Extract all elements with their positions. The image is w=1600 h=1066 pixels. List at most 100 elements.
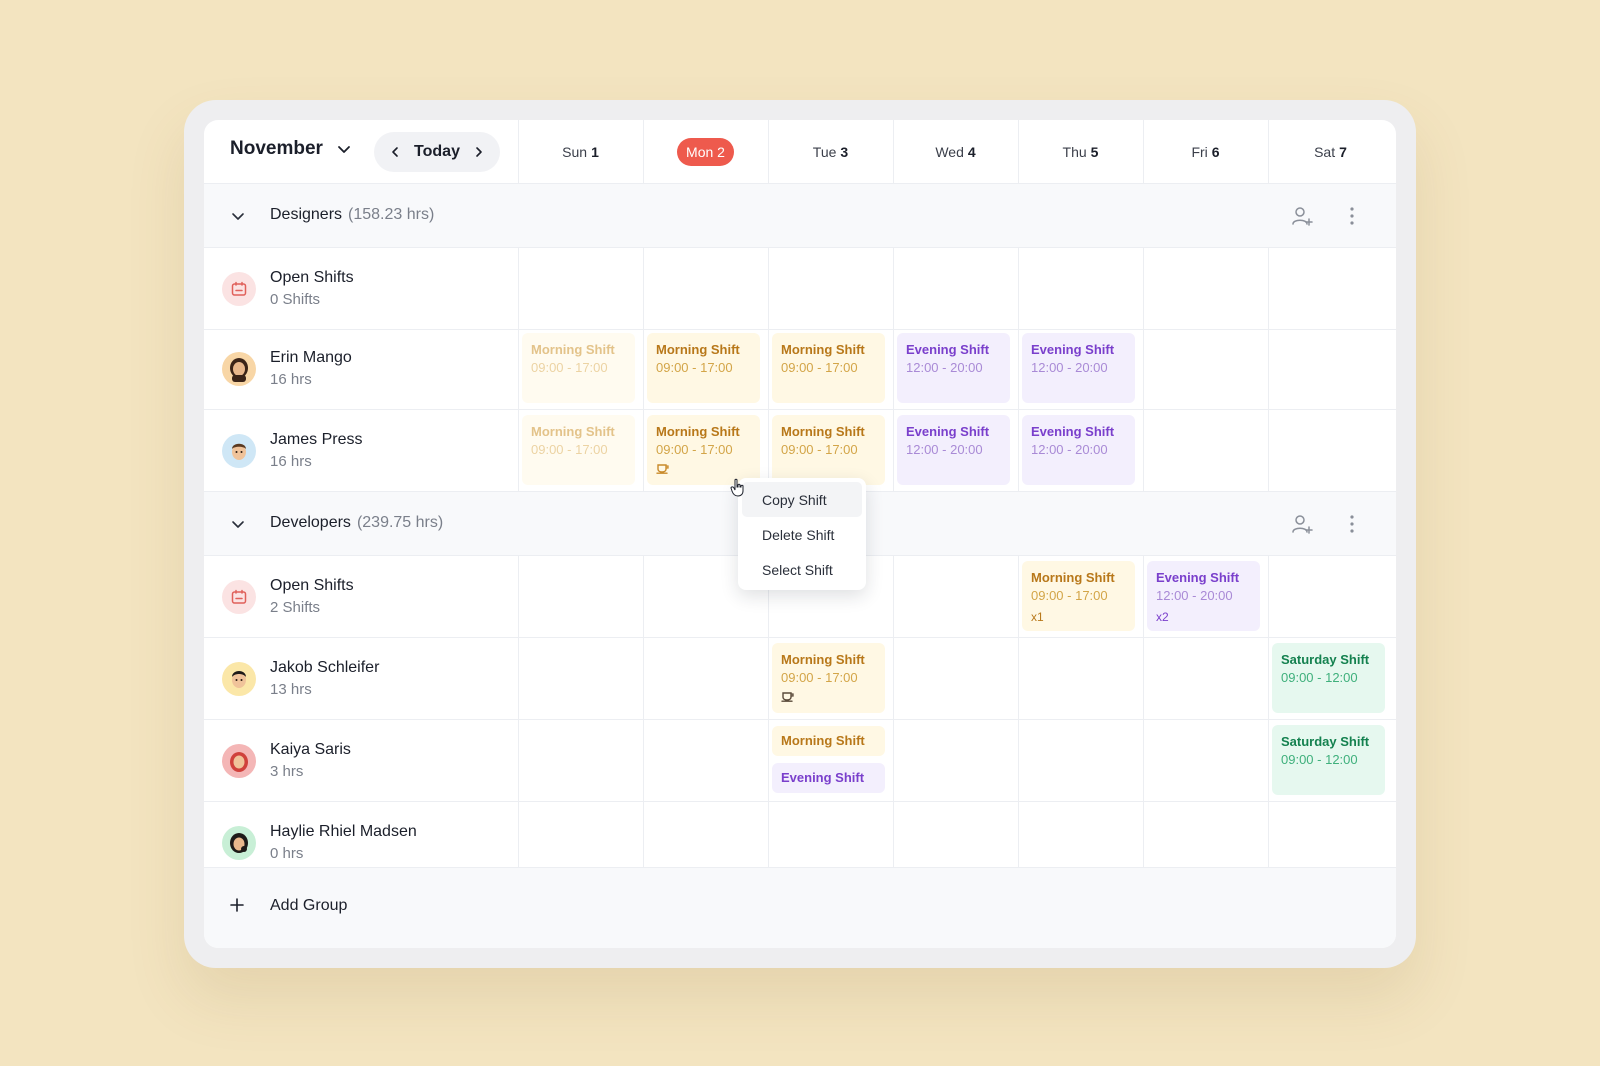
man-avatar-icon [232,671,246,688]
shift-card-morning[interactable]: Morning Shift 09:00 - 17:00 [522,415,635,485]
chevron-down-icon[interactable] [230,516,246,532]
open-shift-count: x1 [1031,610,1044,624]
hand-cursor-icon [730,478,744,497]
delete-shift-menu-item[interactable]: Delete Shift [742,517,862,552]
shift-card-morning[interactable]: Morning Shift 09:00 - 17:00 [772,415,885,485]
shift-card-saturday[interactable]: Saturday Shift 09:00 - 12:00 [1272,725,1385,795]
employee-hours: 0 Shifts [270,291,321,308]
employee-cell[interactable]: Kaiya Saris 3 hrs [204,720,518,802]
shift-title: Evening Shift [906,424,990,439]
employee-name: Haylie Rhiel Madsen [270,823,417,840]
avatar [222,272,256,306]
day-header-fri[interactable]: Fri 6 [1143,120,1268,184]
shift-title: Morning Shift [781,424,865,439]
shift-card-evening[interactable]: Evening Shift 12:00 - 20:00 x2 [1147,561,1260,631]
day-header-mon[interactable]: Mon 2 [643,120,768,184]
more-options-button[interactable] [1338,202,1366,230]
shift-title: Morning Shift [531,424,615,439]
next-week-button[interactable] [472,145,486,159]
shift-time: 12:00 - 20:00 [906,442,983,457]
shift-title: Evening Shift [906,342,990,357]
group-hours: (158.23 hrs) [348,206,435,223]
shift-card-morning[interactable]: Morning Shift [772,726,885,756]
employee-row: Haylie Rhiel Madsen 0 hrs [204,802,1396,868]
employee-hours: 0 hrs [270,845,304,862]
shift-time: 09:00 - 17:00 [1031,588,1108,603]
open-shift-count: x2 [1156,610,1169,624]
shift-time: 09:00 - 17:00 [656,442,733,457]
employee-row: Jakob Schleifer 13 hrs Morning Shift 09:0… [204,638,1396,720]
avatar [222,826,256,860]
shift-card-morning[interactable]: Morning Shift 09:00 - 17:00 [647,333,760,403]
shift-card-morning[interactable]: Morning Shift 09:00 - 17:00 [772,643,885,713]
add-group-row[interactable]: Add Group [204,868,1396,948]
employee-name: Open Shifts [270,577,354,594]
shift-time: 09:00 - 17:00 [781,442,858,457]
shift-title: Evening Shift [1031,342,1115,357]
woman-hijab-avatar-icon [230,752,248,772]
group-actions [1288,510,1366,538]
woman-avatar-icon [230,358,248,382]
shift-card-evening[interactable]: Evening Shift 12:00 - 20:00 [1022,333,1135,403]
context-menu: Copy Shift Delete Shift Select Shift [738,478,866,590]
employee-text: Erin Mango 16 hrs [270,347,352,391]
more-vertical-icon [1350,207,1354,225]
day-header-sat[interactable]: Sat 7 [1268,120,1393,184]
employee-cell[interactable]: Erin Mango 16 hrs [204,328,518,410]
prev-week-button[interactable] [388,145,402,159]
today-badge: Mon 2 [677,138,734,166]
add-person-button[interactable] [1288,510,1316,538]
shift-title: Saturday Shift [1281,734,1370,749]
shift-card-morning[interactable]: Morning Shift 09:00 - 17:00 x1 [1022,561,1135,631]
day-header-sun[interactable]: Sun 1 [518,120,643,184]
employee-cell[interactable]: Open Shifts 0 Shifts [204,248,518,330]
avatar [222,434,256,468]
shift-card-morning[interactable]: Morning Shift 09:00 - 17:00 [647,415,760,485]
shift-card-evening[interactable]: Evening Shift [772,763,885,793]
shift-title: Evening Shift [1031,424,1115,439]
group-hours: (239.75 hrs) [356,514,444,531]
shift-title: Morning Shift [1031,570,1115,585]
shift-title: Saturday Shift [1281,652,1370,667]
employee-text: Jakob Schleifer 13 hrs [270,657,379,701]
plus-icon [230,898,244,912]
group-actions [1288,202,1366,230]
shift-title: Morning Shift [781,733,865,748]
employee-cell[interactable]: Jakob Schleifer 13 hrs [204,638,518,720]
chevron-down-icon[interactable] [230,208,246,224]
shift-card-evening[interactable]: Evening Shift 12:00 - 20:00 [897,415,1010,485]
shift-title: Morning Shift [781,652,865,667]
add-group-button[interactable]: Add Group [270,897,347,915]
day-number: 2 [717,144,725,160]
more-options-button[interactable] [1338,510,1366,538]
day-name: Fri [1191,144,1208,160]
shift-card-morning[interactable]: Morning Shift 09:00 - 17:00 [522,333,635,403]
employee-cell[interactable]: James Press 16 hrs [204,410,518,492]
day-header-wed[interactable]: Wed 4 [893,120,1018,184]
day-header-tue[interactable]: Tue 3 [768,120,893,184]
day-name: Tue [812,144,837,160]
employee-text: Open Shifts 2 Shifts [270,575,354,619]
add-person-button[interactable] [1288,202,1316,230]
select-shift-menu-item[interactable]: Select Shift [742,552,862,587]
copy-shift-menu-item[interactable]: Copy Shift [742,482,862,517]
employee-text: Haylie Rhiel Madsen 0 hrs [270,821,417,865]
employee-text: Open Shifts 0 Shifts [270,267,354,311]
employee-row: Kaiya Saris 3 hrs Morning Shift Evening … [204,720,1396,802]
avatar [222,744,256,778]
avatar [222,662,256,696]
employee-cell[interactable]: Open Shifts 2 Shifts [204,556,518,638]
day-header-thu[interactable]: Thu 5 [1018,120,1143,184]
today-button[interactable]: Today [414,143,460,161]
shift-title: Morning Shift [656,342,740,357]
shift-card-evening[interactable]: Evening Shift 12:00 - 20:00 [1022,415,1135,485]
month-select[interactable]: November [230,138,351,160]
shift-card-morning[interactable]: Morning Shift 09:00 - 17:00 [772,333,885,403]
employee-name: Jakob Schleifer [270,659,380,676]
shift-card-saturday[interactable]: Saturday Shift 09:00 - 12:00 [1272,643,1385,713]
shift-time: 09:00 - 12:00 [1281,670,1358,685]
group-title: Designers (158.23 hrs) [270,206,434,224]
employee-name: Kaiya Saris [270,741,351,758]
shift-time: 12:00 - 20:00 [1031,360,1108,375]
shift-card-evening[interactable]: Evening Shift 12:00 - 20:00 [897,333,1010,403]
